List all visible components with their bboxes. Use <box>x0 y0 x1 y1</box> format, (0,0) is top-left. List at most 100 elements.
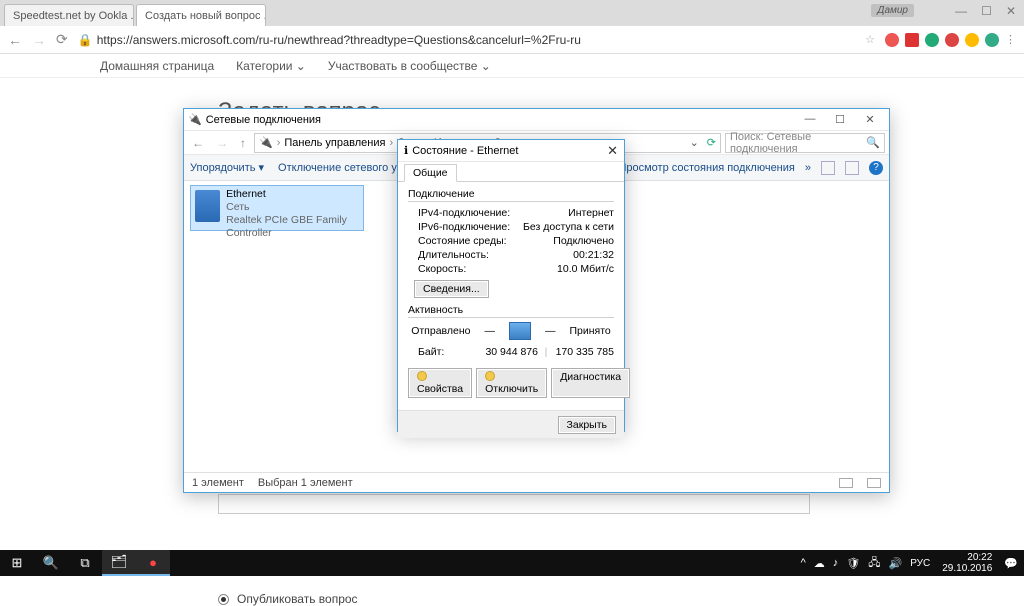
details-view-icon[interactable] <box>839 478 853 488</box>
dialog-body: Подключение IPv4-подключение:Интернет IP… <box>398 182 624 410</box>
nav-categories[interactable]: Категории ⌄ <box>236 59 306 73</box>
explorer-statusbar: 1 элемент Выбран 1 элемент <box>184 472 889 492</box>
minimize-icon[interactable]: — <box>795 113 825 126</box>
speed-label: Скорость: <box>418 262 466 276</box>
address-bar[interactable]: 🔒 https://answers.microsoft.com/ru-ru/ne… <box>78 33 855 47</box>
view-mode-icon[interactable] <box>821 161 835 175</box>
explorer-taskbar-icon[interactable]: 🗂 <box>102 550 136 576</box>
publish-radio[interactable]: Опубликовать вопрос <box>218 592 358 606</box>
ipv4-value: Интернет <box>568 206 614 220</box>
chrome-taskbar-icon[interactable]: ● <box>136 550 170 576</box>
activity-graphic: Отправлено — — Принято Байт: 30 944 876 … <box>408 322 614 358</box>
maximize-icon[interactable]: ☐ <box>981 4 992 18</box>
adapter-icon <box>195 190 220 222</box>
star-icon[interactable]: ☆ <box>865 33 875 46</box>
window-title: Сетевые подключения <box>206 114 321 126</box>
close-icon[interactable]: ✕ <box>1006 4 1016 18</box>
adapter-item-ethernet[interactable]: Ethernet Сеть Realtek PCIe GBE Family Co… <box>190 185 364 231</box>
ext-icon[interactable] <box>985 33 999 47</box>
close-icon[interactable]: ✕ <box>607 143 618 159</box>
view-mode-icon[interactable] <box>845 161 859 175</box>
browser-tabstrip: Speedtest.net by Ookla ... × Создать нов… <box>0 0 1024 26</box>
window-titlebar[interactable]: 🔌 Сетевые подключения — ☐ ✕ <box>184 109 889 131</box>
menu-icon[interactable]: ⋮ <box>1005 33 1016 46</box>
search-placeholder: Поиск: Сетевые подключения <box>730 131 866 155</box>
search-input[interactable]: Поиск: Сетевые подключения 🔍 <box>725 133 885 153</box>
network-tray-icon[interactable]: 🖧 <box>868 554 880 573</box>
nav-home[interactable]: Домашняя страница <box>100 59 214 73</box>
system-tray: ^ ☁ ♪ 🛡 🖧 🔊 РУС 20:22 29.10.2016 💬 <box>801 552 1024 574</box>
browser-tab-1[interactable]: Speedtest.net by Ookla ... × <box>4 4 134 26</box>
reload-icon[interactable]: ⟳ <box>56 31 68 48</box>
more-icon[interactable]: » <box>805 162 811 174</box>
disable-button[interactable]: Отключить <box>476 368 547 398</box>
tray-icon[interactable]: 🛡 <box>846 557 860 570</box>
tray-icon[interactable]: ☁ <box>814 557 825 570</box>
dialog-titlebar[interactable]: ℹ Состояние - Ethernet ✕ <box>398 140 624 162</box>
volume-tray-icon[interactable]: 🔊 <box>889 557 903 570</box>
close-button[interactable]: Закрыть <box>558 416 616 434</box>
ext-icon[interactable] <box>945 33 959 47</box>
close-icon[interactable]: ✕ <box>855 113 885 126</box>
icons-view-icon[interactable] <box>867 478 881 488</box>
tab-general[interactable]: Общие <box>404 164 457 182</box>
dialog-footer: Закрыть <box>398 410 624 438</box>
clock-date: 29.10.2016 <box>942 563 992 574</box>
back-icon[interactable]: ← <box>8 32 22 48</box>
language-indicator[interactable]: РУС <box>910 558 930 569</box>
shield-icon <box>417 371 427 381</box>
bytes-sent: 30 944 876 <box>468 346 538 358</box>
help-icon[interactable]: ? <box>869 161 883 175</box>
ipv6-value: Без доступа к сети <box>523 220 614 234</box>
up-icon[interactable]: ↑ <box>236 136 250 150</box>
form-input-box[interactable] <box>218 494 810 514</box>
taskbar-clock[interactable]: 20:22 29.10.2016 <box>938 552 996 574</box>
windows-taskbar: ⊞ 🔍 ⧉ 🗂 ● ^ ☁ ♪ 🛡 🖧 🔊 РУС 20:22 29.10.20… <box>0 550 1024 576</box>
ext-icon[interactable] <box>905 33 919 47</box>
extensions-area: ⋮ <box>885 33 1016 47</box>
selected-count: Выбран 1 элемент <box>258 477 353 489</box>
taskview-icon[interactable]: ⧉ <box>68 550 102 576</box>
start-button[interactable]: ⊞ <box>0 550 34 576</box>
radio-icon <box>218 594 229 605</box>
duration-value: 00:21:32 <box>573 248 614 262</box>
radio-label: Опубликовать вопрос <box>237 592 358 606</box>
forward-icon[interactable]: → <box>32 32 46 48</box>
diagnose-button[interactable]: Диагностика <box>551 368 630 398</box>
bytes-recv: 170 335 785 <box>554 346 614 358</box>
breadcrumb-item[interactable]: Панель управления <box>284 137 385 149</box>
view-status-button[interactable]: Просмотр состояния подключения <box>618 162 794 174</box>
ext-icon[interactable] <box>925 33 939 47</box>
minimize-icon[interactable]: — <box>955 4 967 18</box>
group-activity-label: Активность <box>408 304 614 316</box>
organize-button[interactable]: Упорядочить ▾ <box>190 161 264 174</box>
duration-label: Длительность: <box>418 248 489 262</box>
tab-title: Создать новый вопрос ... <box>145 10 266 22</box>
dialog-title: Состояние - Ethernet <box>412 145 518 157</box>
back-icon[interactable]: ← <box>188 136 208 150</box>
tray-icon[interactable]: ♪ <box>833 557 839 569</box>
dropdown-icon[interactable]: ⌄ <box>690 136 699 149</box>
notifications-icon[interactable]: 💬 <box>1004 557 1018 570</box>
details-button[interactable]: Сведения... <box>414 280 489 298</box>
browser-tab-2[interactable]: Создать новый вопрос ... × <box>136 4 266 26</box>
nav-participate[interactable]: Участвовать в сообществе ⌄ <box>328 59 491 73</box>
ext-icon[interactable] <box>885 33 899 47</box>
search-icon[interactable]: 🔍 <box>34 550 68 576</box>
maximize-icon[interactable]: ☐ <box>825 113 855 126</box>
sent-label: Отправлено <box>411 325 470 337</box>
user-badge: Дамир <box>871 4 914 17</box>
tray-up-icon[interactable]: ^ <box>801 557 806 569</box>
lock-icon: 🔒 <box>78 33 93 47</box>
properties-button[interactable]: Свойства <box>408 368 472 398</box>
ext-icon[interactable] <box>965 33 979 47</box>
browser-window-controls: — ☐ ✕ <box>955 4 1016 18</box>
refresh-icon[interactable]: ⟳ <box>707 136 716 149</box>
ipv4-label: IPv4-подключение: <box>418 206 510 220</box>
recv-label: Принято <box>570 325 611 337</box>
url-text: https://answers.microsoft.com/ru-ru/newt… <box>97 33 581 47</box>
window-icon: 🔌 <box>188 113 202 126</box>
ethernet-status-dialog: ℹ Состояние - Ethernet ✕ Общие Подключен… <box>397 139 625 432</box>
group-connection-label: Подключение <box>408 188 614 200</box>
forward-icon[interactable]: → <box>212 136 232 150</box>
